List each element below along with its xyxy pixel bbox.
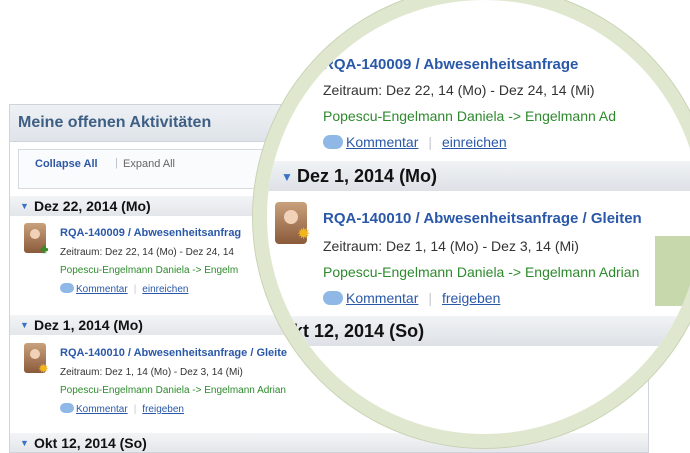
activity-actions: Kommentar | freigeben [60,403,184,415]
activity-title-link[interactable]: RQA-140009 / Abwesenheitsanfrag [60,227,241,239]
collapse-all-link[interactable]: Collapse All [35,158,98,170]
magnifier-lens: RQA-140009 / Abwesenheitsanfrage Zeitrau… [253,0,690,448]
activity-title-link[interactable]: RQA-140009 / Abwesenheitsanfrage [323,56,578,73]
comment-bubble-icon [60,403,74,413]
tree-icon: ♣ [40,241,49,256]
approve-link[interactable]: freigeben [142,404,184,415]
comment-link[interactable]: Kommentar [346,290,418,306]
panel-title: Meine offenen Aktivitäten [18,114,212,131]
activity-period: Zeitraum: Dez 1, 14 (Mo) - Dez 3, 14 (Mi… [323,238,579,254]
date-label: Okt 12, 2014 (So) [34,435,147,451]
activity-title-link[interactable]: RQA-140010 / Abwesenheitsanfrage / Gleit… [323,210,642,227]
approve-link[interactable]: freigeben [442,290,500,306]
date-group-header[interactable]: Okt 12, 2014 (So) [267,316,690,346]
activity-actions: Kommentar | freigeben [323,290,500,306]
comment-link[interactable]: Kommentar [346,134,418,150]
submit-link[interactable]: einreichen [142,284,188,295]
date-label: Dez 1, 2014 (Mo) [297,166,438,186]
activity-persons: Popescu-Engelmann Daniela -> Engelmann A… [323,108,617,124]
activity-title-link[interactable]: RQA-140010 / Abwesenheitsanfrage / Gleit… [60,347,287,359]
date-label: Dez 22, 2014 (Mo) [34,198,151,214]
triangle-down-icon: ▼ [20,438,29,448]
date-label: Okt 12, 2014 (So) [279,321,425,341]
date-label: Dez 1, 2014 (Mo) [34,317,143,333]
submit-link[interactable]: einreichen [442,134,507,150]
activity-period: Zeitraum: Dez 1, 14 (Mo) - Dez 3, 14 (Mi… [60,367,243,378]
magnifier-handle-inner [655,236,690,306]
expand-all-link[interactable]: Expand All [123,158,175,170]
activity-persons: Popescu-Engelmann Daniela -> Engelm [60,265,239,276]
activity-period: Zeitraum: Dez 22, 14 (Mo) - Dez 24, 14 (… [323,82,595,98]
activity-persons: Popescu-Engelmann Daniela -> Engelmann A… [323,264,640,280]
activity-actions: Kommentar | einreichen [323,134,507,150]
activity-actions: Kommentar | einreichen [60,283,188,295]
comment-bubble-icon [60,283,74,293]
comment-bubble-icon [323,135,343,149]
magnified-content: RQA-140009 / Abwesenheitsanfrage Zeitrau… [267,0,690,434]
triangle-down-icon: ▼ [20,320,29,330]
sun-icon: ✹ [38,361,49,376]
activity-persons: Popescu-Engelmann Daniela -> Engelmann A… [60,385,286,396]
triangle-down-icon: ▼ [20,201,29,211]
triangle-down-icon: ▼ [281,170,293,184]
date-group-header[interactable]: ▼ Dez 1, 2014 (Mo) [267,161,690,191]
comment-link[interactable]: Kommentar [76,404,128,415]
sun-icon: ✹ [297,226,311,243]
comment-link[interactable]: Kommentar [76,284,128,295]
activity-period: Zeitraum: Dez 22, 14 (Mo) - Dez 24, 14 [60,247,234,258]
comment-bubble-icon [323,291,343,305]
toolbar-separator: | [115,157,118,169]
